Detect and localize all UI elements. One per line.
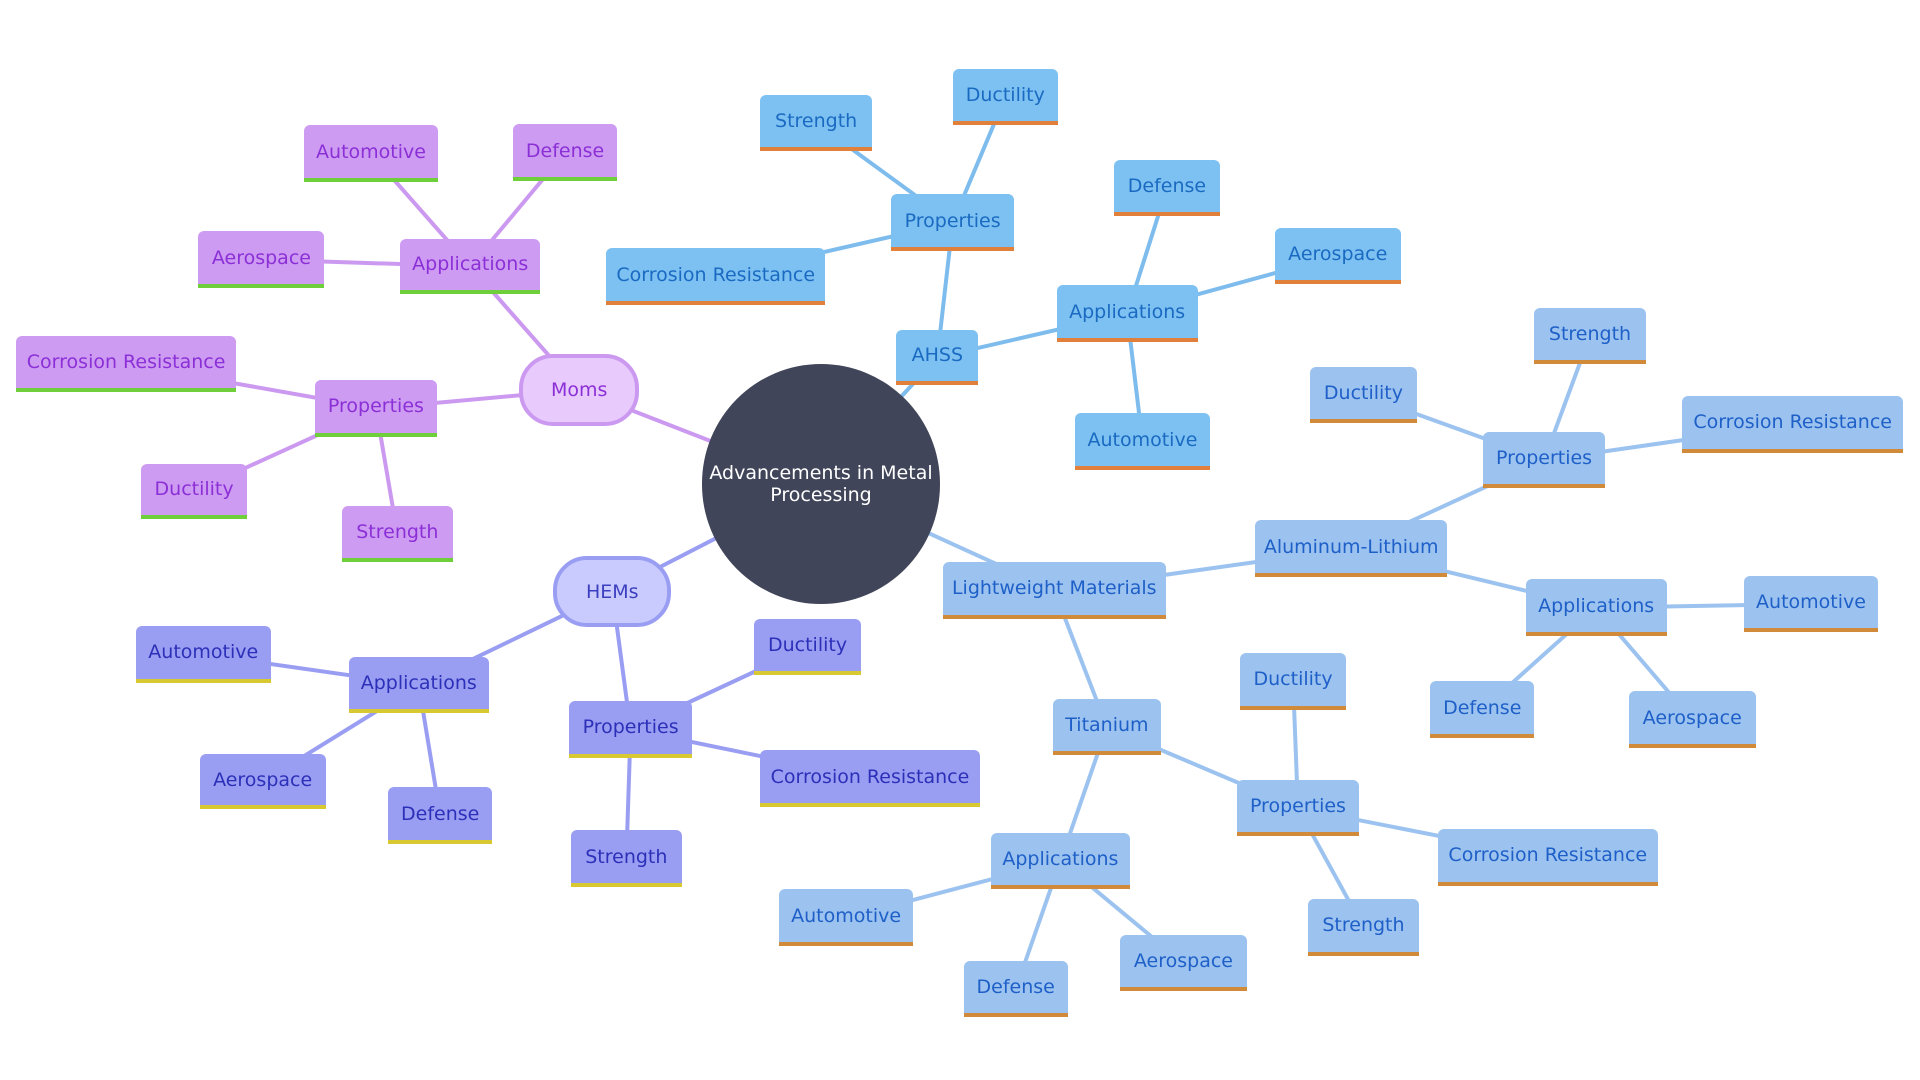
al-properties-node[interactable]: Properties <box>1482 431 1606 489</box>
ti-properties-node[interactable]: Properties <box>1236 779 1360 837</box>
hems-prop-strength[interactable]: Strength <box>570 830 683 887</box>
titanium-node[interactable]: Titanium <box>1053 698 1161 756</box>
ahss-prop-ductility[interactable]: Ductility <box>952 68 1058 126</box>
ti-app-aerospace[interactable]: Aerospace <box>1120 934 1247 992</box>
ahss-properties-node[interactable]: Properties <box>891 194 1014 251</box>
moms-properties-node[interactable]: Properties <box>314 380 438 437</box>
ti-prop-strength[interactable]: Strength <box>1307 899 1420 956</box>
ahss-app-defense[interactable]: Defense <box>1114 159 1220 217</box>
ti-prop-corrosion[interactable]: Corrosion Resistance <box>1437 829 1658 886</box>
aluminum-lithium-node[interactable]: Aluminum-Lithium <box>1255 520 1448 577</box>
moms-prop-corrosion[interactable]: Corrosion Resistance <box>15 335 237 393</box>
al-prop-ductility[interactable]: Ductility <box>1310 366 1417 424</box>
hems-applications-node[interactable]: Applications <box>348 656 489 714</box>
ti-app-automotive[interactable]: Automotive <box>778 889 914 946</box>
hems-prop-corrosion[interactable]: Corrosion Resistance <box>760 750 980 807</box>
hems-node[interactable]: HEMs <box>553 555 672 628</box>
ahss-app-automotive[interactable]: Automotive <box>1075 413 1210 470</box>
hems-app-automotive[interactable]: Automotive <box>135 626 271 683</box>
moms-node[interactable]: Moms <box>519 354 640 426</box>
lightweight-materials-node[interactable]: Lightweight Materials <box>942 562 1166 619</box>
al-applications-node[interactable]: Applications <box>1525 579 1667 636</box>
ti-applications-node[interactable]: Applications <box>990 832 1131 890</box>
al-prop-corrosion[interactable]: Corrosion Resistance <box>1682 396 1903 453</box>
ahss-prop-corrosion[interactable]: Corrosion Resistance <box>606 248 826 306</box>
ahss-applications-node[interactable]: Applications <box>1056 285 1198 342</box>
ahss-node[interactable]: AHSS <box>896 329 979 385</box>
moms-prop-strength[interactable]: Strength <box>341 505 454 563</box>
hems-prop-ductility[interactable]: Ductility <box>754 618 861 676</box>
connector-lines <box>125 96 1812 990</box>
al-app-automotive[interactable]: Automotive <box>1743 575 1879 633</box>
ahss-prop-strength[interactable]: Strength <box>760 94 872 152</box>
hems-app-aerospace[interactable]: Aerospace <box>199 754 326 810</box>
hems-app-defense[interactable]: Defense <box>388 787 493 844</box>
moms-app-aerospace[interactable]: Aerospace <box>198 231 325 288</box>
al-app-defense[interactable]: Defense <box>1430 681 1535 739</box>
al-prop-strength[interactable]: Strength <box>1534 307 1646 365</box>
al-app-aerospace[interactable]: Aerospace <box>1628 691 1756 748</box>
ahss-app-aerospace[interactable]: Aerospace <box>1274 227 1401 285</box>
root-node[interactable]: Advancements in Metal Processing <box>701 364 941 604</box>
moms-applications-node[interactable]: Applications <box>400 238 540 294</box>
ti-prop-ductility[interactable]: Ductility <box>1240 653 1346 710</box>
moms-prop-ductility[interactable]: Ductility <box>140 463 248 520</box>
ti-app-defense[interactable]: Defense <box>963 960 1068 1018</box>
hems-properties-node[interactable]: Properties <box>569 701 692 758</box>
moms-app-defense[interactable]: Defense <box>513 124 618 181</box>
moms-app-automotive[interactable]: Automotive <box>303 125 439 183</box>
